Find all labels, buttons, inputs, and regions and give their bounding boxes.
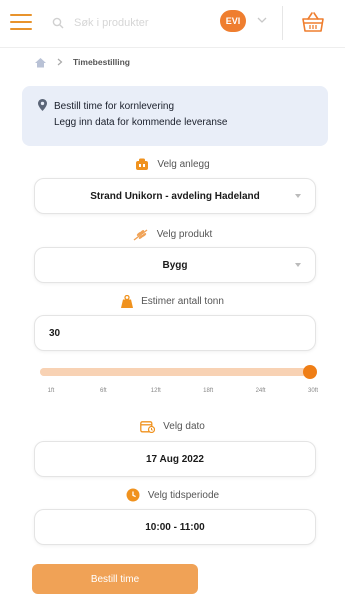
slider-tick-label: 1ft bbox=[47, 388, 55, 394]
weight-icon bbox=[121, 295, 134, 308]
search-icon bbox=[52, 17, 64, 29]
facility-select[interactable]: Strand Unikorn - avdeling Hadeland bbox=[34, 178, 316, 214]
tonnage-value: 30 bbox=[49, 327, 61, 339]
info-subtitle: Legg inn data for kommende leveranse bbox=[54, 117, 228, 128]
tonnage-label-row: Estimer antall tonn bbox=[0, 295, 345, 308]
breadcrumb-current: Timebestilling bbox=[73, 57, 130, 67]
slider-tick-label: 30ft bbox=[307, 388, 319, 394]
slider-tick-label: 24ft bbox=[255, 388, 266, 394]
dropdown-caret-icon bbox=[295, 194, 301, 198]
location-pin-icon bbox=[38, 99, 47, 111]
home-icon[interactable] bbox=[34, 57, 47, 68]
date-value: 17 Aug 2022 bbox=[146, 453, 204, 465]
clock-icon bbox=[126, 488, 140, 502]
date-label-row: Velg dato bbox=[0, 420, 345, 433]
tonnage-slider[interactable] bbox=[40, 365, 317, 379]
wheat-icon bbox=[133, 229, 148, 241]
search-box[interactable] bbox=[52, 10, 202, 36]
period-label-row: Velg tidsperiode bbox=[0, 488, 345, 502]
facility-label: Velg anlegg bbox=[157, 159, 210, 170]
slider-thumb[interactable] bbox=[303, 365, 317, 379]
facility-label-row: Velg anlegg bbox=[0, 158, 345, 171]
book-time-button[interactable]: Bestill time bbox=[32, 564, 198, 594]
breadcrumb: Timebestilling bbox=[34, 54, 130, 70]
info-title: Bestill time for kornlevering bbox=[54, 101, 175, 112]
period-label: Velg tidsperiode bbox=[147, 489, 220, 501]
avatar[interactable]: EVI bbox=[220, 10, 246, 32]
search-input[interactable] bbox=[74, 17, 194, 29]
period-value: 10:00 - 11:00 bbox=[145, 521, 205, 533]
info-banner: Bestill time for kornlevering Legg inn d… bbox=[22, 86, 328, 146]
facility-value: Strand Unikorn - avdeling Hadeland bbox=[90, 190, 260, 202]
date-picker[interactable]: 17 Aug 2022 bbox=[34, 441, 316, 477]
tonnage-input[interactable]: 30 bbox=[34, 315, 316, 351]
product-value: Bygg bbox=[162, 259, 188, 271]
chevron-right-icon bbox=[57, 58, 63, 66]
slider-tick-label: 18ft bbox=[203, 388, 214, 394]
tonnage-label: Estimer antall tonn bbox=[141, 296, 224, 307]
hamburger-icon[interactable] bbox=[10, 14, 32, 30]
header-divider bbox=[282, 6, 283, 40]
product-label: Velg produkt bbox=[156, 229, 213, 240]
slider-tick-label: 12ft bbox=[150, 388, 161, 394]
period-select[interactable]: 10:00 - 11:00 bbox=[34, 509, 316, 545]
product-select[interactable]: Bygg bbox=[34, 247, 316, 283]
date-label: Velg dato bbox=[163, 421, 205, 432]
slider-fill bbox=[40, 368, 310, 376]
slider-tick-label: 6ft bbox=[100, 388, 107, 394]
calendar-icon bbox=[140, 421, 156, 433]
factory-icon bbox=[136, 158, 149, 170]
app-header: EVI bbox=[0, 0, 345, 48]
product-label-row: Velg produkt bbox=[0, 228, 345, 241]
chevron-down-icon[interactable] bbox=[256, 14, 268, 26]
basket-icon[interactable] bbox=[300, 9, 326, 35]
dropdown-caret-icon bbox=[295, 263, 301, 267]
